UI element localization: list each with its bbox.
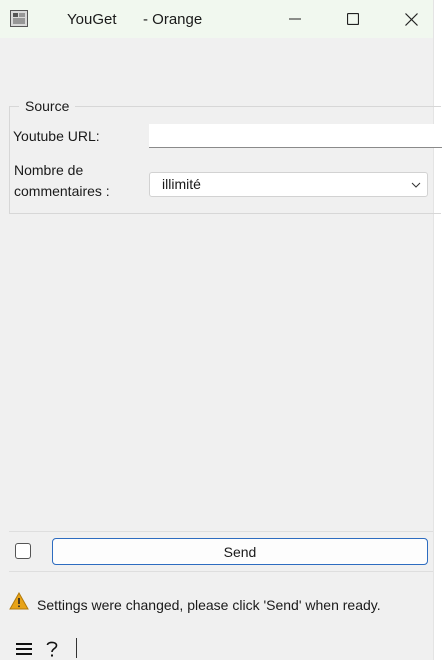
auto-send-checkbox[interactable]	[15, 543, 31, 559]
comments-count-label: Nombre de commentaires :	[14, 162, 110, 199]
send-button[interactable]: Send	[52, 538, 428, 565]
warning-icon	[9, 592, 29, 610]
maximize-icon	[347, 13, 359, 25]
source-group-legend: Source	[19, 98, 76, 114]
app-document-icon	[10, 10, 28, 27]
chevron-down-icon	[411, 182, 421, 188]
youtube-url-input[interactable]	[149, 124, 442, 148]
app-window: YouGet - Orange Source Youtube URL: Nomb…	[0, 0, 442, 660]
status-message: Settings were changed, please click 'Sen…	[37, 597, 381, 613]
footer-divider	[76, 638, 77, 658]
minimize-button[interactable]	[272, 0, 318, 38]
menu-icon	[16, 643, 32, 655]
menu-button[interactable]	[15, 640, 33, 658]
help-button[interactable]	[43, 640, 61, 658]
title-bar[interactable]: YouGet - Orange	[0, 0, 433, 38]
minimize-icon	[289, 18, 301, 20]
comments-count-select[interactable]: illimité	[149, 172, 428, 197]
close-button[interactable]	[388, 0, 434, 38]
maximize-button[interactable]	[330, 0, 376, 38]
window-title-suffix: - Orange	[143, 11, 203, 28]
youtube-url-label: Youtube URL:	[13, 128, 100, 144]
comments-count-value: illimité	[162, 176, 201, 192]
window-title: YouGet	[67, 11, 117, 28]
help-icon	[46, 641, 58, 657]
close-icon	[404, 12, 418, 26]
